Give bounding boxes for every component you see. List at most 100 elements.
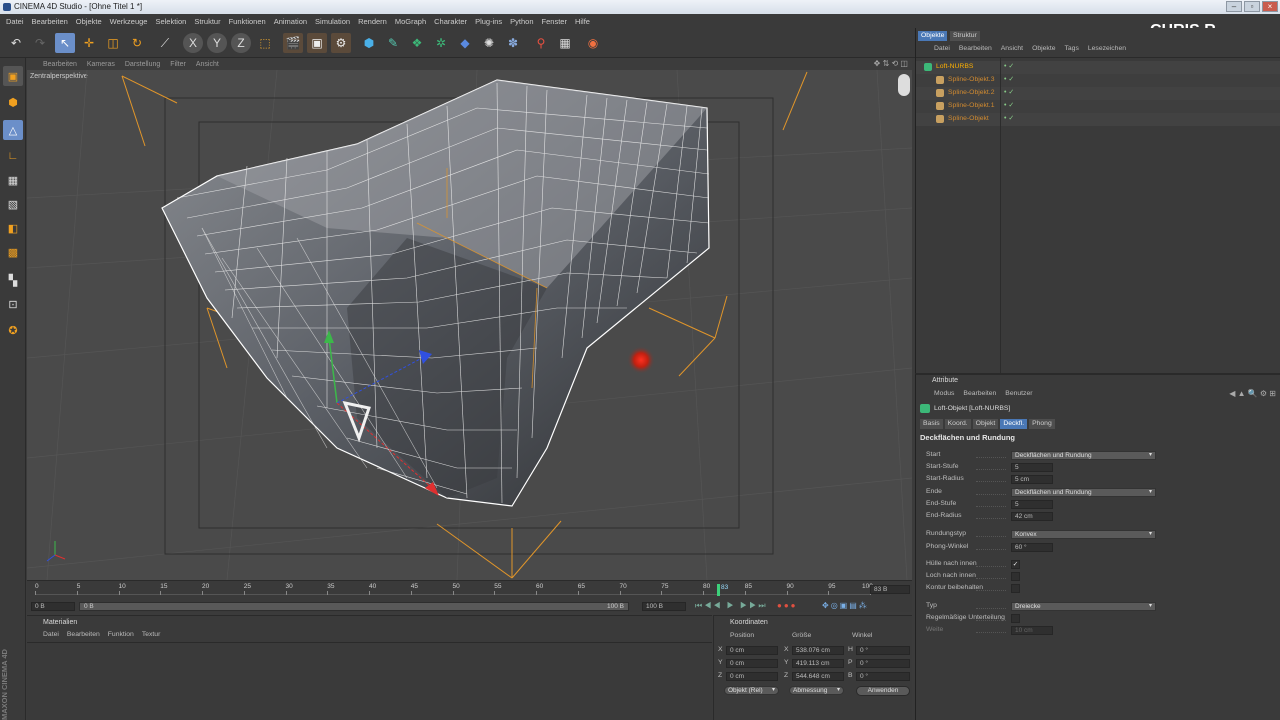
object-name[interactable]: Spline-Objekt (948, 115, 989, 122)
minimize-button[interactable]: – (1226, 1, 1242, 12)
snapping-icon[interactable]: ◉ (583, 33, 603, 53)
menu-item-8[interactable]: Simulation (313, 17, 356, 26)
workplane-icon[interactable]: ▚ (3, 270, 23, 290)
position-field[interactable]: 0 cm (726, 672, 778, 681)
field-input[interactable]: 5 cm (1011, 475, 1053, 484)
scene-icon[interactable]: ✺ (479, 33, 499, 53)
object-name[interactable]: Loft-NURBS (936, 63, 973, 70)
cube-primitive-icon[interactable]: ⬢ (359, 33, 379, 53)
field-checkbox[interactable]: ✓ (1011, 560, 1020, 569)
angle-field[interactable]: 0 ° (856, 672, 910, 681)
array-icon[interactable]: ✲ (431, 33, 451, 53)
materials-menu-item[interactable]: Datei (43, 631, 59, 638)
tab-structure[interactable]: Struktur (950, 31, 980, 41)
menu-item-7[interactable]: Animation (272, 17, 313, 26)
close-button[interactable]: × (1262, 1, 1278, 12)
key-mode-icons[interactable]: ✥◎▣▤⁂ (822, 601, 869, 610)
position-field[interactable]: 0 cm (726, 659, 778, 668)
rotate-tool-icon[interactable]: ↻ (127, 33, 147, 53)
undo-icon[interactable]: ↶ (6, 33, 26, 53)
menu-item-10[interactable]: MoGraph (393, 17, 432, 26)
coordinate-mode-select[interactable]: Objekt (Rel) (724, 686, 779, 695)
timeline-playhead[interactable] (717, 584, 720, 596)
visibility-check-icon[interactable]: • ✓ (1004, 101, 1014, 109)
angle-field[interactable]: 0 ° (856, 659, 910, 668)
end-frame-field[interactable]: 100 B (642, 602, 686, 611)
environment-icon[interactable]: ✽ (503, 33, 523, 53)
record-keyframe-icons[interactable]: ●●● (777, 601, 798, 610)
3d-viewport[interactable]: Bearbeiten Kameras Darstellung Filter Ansich… (27, 58, 912, 580)
object-list-item[interactable]: Spline-Objekt.1 • ✓ (916, 100, 1280, 113)
field-checkbox[interactable] (1011, 584, 1020, 593)
object-manager-menu-item[interactable]: Datei (934, 45, 950, 52)
object-name[interactable]: Spline-Objekt.2 (948, 89, 994, 96)
tab-objects[interactable]: Objekte (918, 31, 948, 41)
field-checkbox[interactable] (1011, 614, 1020, 623)
menu-item-1[interactable]: Bearbeiten (30, 17, 74, 26)
materials-menu-item[interactable]: Funktion (108, 631, 134, 638)
maximize-button[interactable]: ▫ (1244, 1, 1260, 12)
object-mode-icon[interactable]: △ (3, 120, 23, 140)
attribute-tab[interactable]: Basis (920, 419, 943, 429)
size-mode-select[interactable]: Abmessung (789, 686, 844, 695)
apply-button[interactable]: Anwenden (856, 686, 910, 696)
playback-controls[interactable]: ⏮◀◀ ▶ ▶▶⏭ (695, 601, 768, 611)
position-field[interactable]: 0 cm (726, 646, 778, 655)
make-editable-icon[interactable]: ▣ (3, 66, 23, 86)
menu-item-2[interactable]: Objekte (74, 17, 108, 26)
object-manager-menu-item[interactable]: Ansicht (1001, 45, 1023, 52)
menu-item-14[interactable]: Fenster (540, 17, 573, 26)
menu-item-11[interactable]: Charakter (432, 17, 473, 26)
object-list-item[interactable]: Loft-NURBS • ✓ (916, 61, 1280, 74)
z-axis-lock-icon[interactable]: Z (231, 33, 251, 53)
recent-tool-icon[interactable]: ⟋ (155, 33, 175, 53)
field-checkbox[interactable] (1011, 572, 1020, 581)
attribute-menu-item[interactable]: Benutzer (1005, 390, 1032, 397)
size-field[interactable]: 538.076 cm (792, 646, 844, 655)
object-manager-menu-item[interactable]: Objekte (1032, 45, 1055, 52)
attribute-tab[interactable]: Koord. (944, 419, 971, 429)
x-axis-lock-icon[interactable]: X (183, 33, 203, 53)
visibility-check-icon[interactable]: • ✓ (1004, 88, 1014, 96)
animation-mode-icon[interactable]: ∟ (3, 146, 23, 166)
menu-item-9[interactable]: Rendern (356, 17, 393, 26)
current-frame-field[interactable]: 83 B (870, 585, 910, 594)
model-mode-icon[interactable]: ⬢ (3, 92, 23, 112)
object-manager-menu-item[interactable]: Tags (1065, 45, 1079, 52)
menu-item-15[interactable]: Hilfe (573, 17, 596, 26)
visibility-check-icon[interactable]: • ✓ (1004, 62, 1014, 70)
field-dropdown[interactable]: Deckflächen und Rundung (1011, 451, 1156, 460)
camera-icon[interactable]: ⚲ (531, 33, 551, 53)
points-mode-icon[interactable]: ▦ (3, 170, 23, 190)
object-name[interactable]: Spline-Objekt.1 (948, 102, 994, 109)
select-tool-icon[interactable]: ↖ (55, 33, 75, 53)
field-input[interactable]: 42 cm (1011, 512, 1053, 521)
visibility-check-icon[interactable]: • ✓ (1004, 114, 1014, 122)
field-dropdown[interactable]: Dreiecke (1011, 602, 1156, 611)
frame-range-slider[interactable]: 0 B 100 B (79, 602, 629, 611)
move-tool-icon[interactable]: ✛ (79, 33, 99, 53)
menu-item-4[interactable]: Selektion (153, 17, 192, 26)
field-input[interactable]: 60 ° (1011, 543, 1053, 552)
light-icon[interactable]: ▦ (555, 33, 575, 53)
y-axis-lock-icon[interactable]: Y (207, 33, 227, 53)
attribute-nav-icons[interactable]: ◀ ▲ 🔍 ⚙ ⊞ (1229, 389, 1276, 398)
menu-item-6[interactable]: Funktionen (227, 17, 272, 26)
field-dropdown[interactable]: Deckflächen und Rundung (1011, 488, 1156, 497)
field-input[interactable]: 5 (1011, 463, 1053, 472)
object-list-item[interactable]: Spline-Objekt.2 • ✓ (916, 87, 1280, 100)
field-input[interactable]: 10 cm (1011, 626, 1053, 635)
attribute-tab[interactable]: Deckfl. (1000, 419, 1028, 429)
attribute-menu-item[interactable]: Bearbeiten (963, 390, 996, 397)
scale-tool-icon[interactable]: ◫ (103, 33, 123, 53)
menu-item-3[interactable]: Werkzeuge (108, 17, 154, 26)
angle-field[interactable]: 0 ° (856, 646, 910, 655)
menu-item-0[interactable]: Datei (4, 17, 30, 26)
attribute-menu-item[interactable]: Modus (934, 390, 954, 397)
menu-item-12[interactable]: Plug-ins (473, 17, 508, 26)
start-frame-field[interactable]: 0 B (31, 602, 75, 611)
object-manager-menu-item[interactable]: Bearbeiten (959, 45, 992, 52)
materials-menu-item[interactable]: Bearbeiten (67, 631, 100, 638)
object-list-item[interactable]: Spline-Objekt.3 • ✓ (916, 74, 1280, 87)
locked-workplane-icon[interactable]: ⊡ (3, 294, 23, 314)
